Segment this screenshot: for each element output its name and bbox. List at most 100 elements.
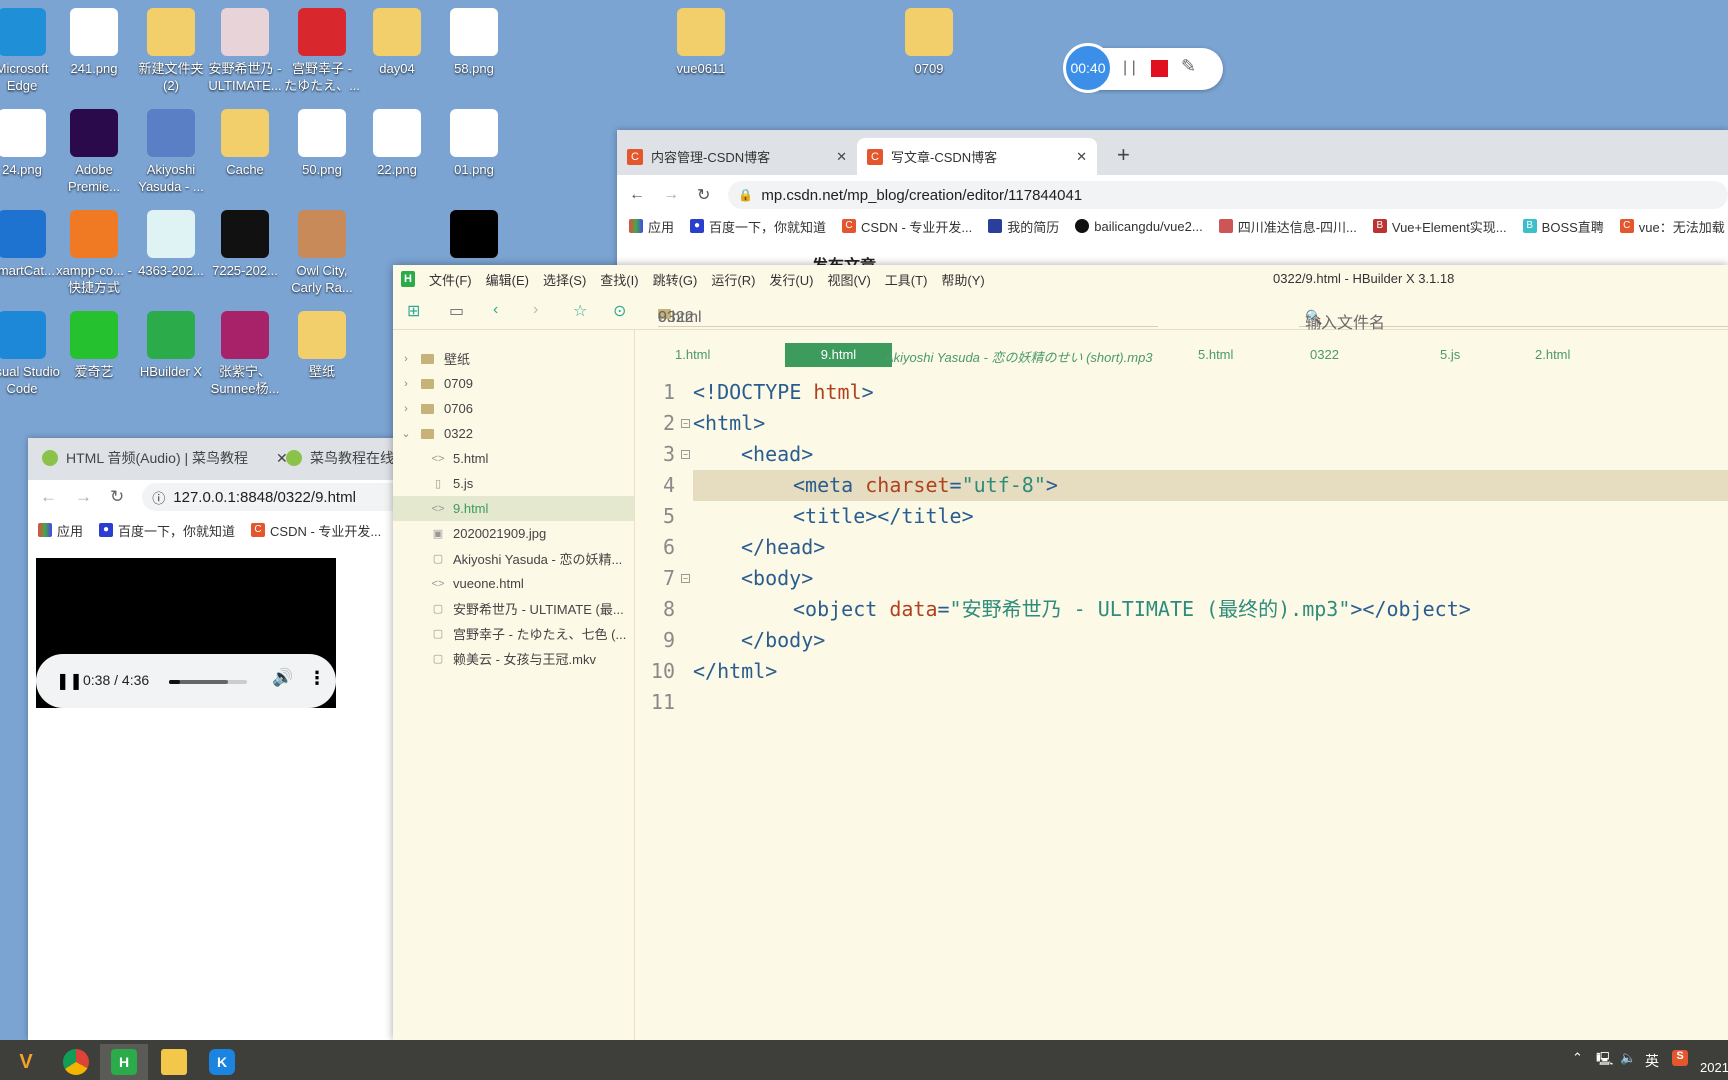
taskbar-chrome[interactable] bbox=[52, 1044, 100, 1080]
bookmark[interactable]: 我的简历 bbox=[988, 217, 1059, 236]
desktop-icon[interactable]: 24.png bbox=[0, 109, 60, 178]
new-file-icon[interactable]: ⊞ bbox=[407, 301, 420, 321]
browser-tab[interactable]: C 内容管理-CSDN博客 ✕ bbox=[617, 138, 857, 175]
pause-button[interactable]: ❚❚ bbox=[56, 671, 83, 691]
desktop-icon[interactable]: 爱奇艺 bbox=[56, 311, 132, 380]
taskbar-file-explorer[interactable] bbox=[150, 1044, 198, 1080]
menu-item[interactable]: 工具(T) bbox=[885, 270, 928, 289]
run-icon[interactable]: ⊙ bbox=[613, 301, 626, 321]
desktop-icon[interactable]: Adobe Premie... bbox=[56, 109, 132, 195]
editor-tab[interactable]: 0322 bbox=[1310, 347, 1339, 362]
menu-item[interactable]: 查找(I) bbox=[600, 270, 638, 289]
more-options-icon[interactable]: ⋮ bbox=[308, 668, 326, 689]
address-bar[interactable]: ⓘ 127.0.0.1:8848/0322/9.html bbox=[142, 483, 428, 511]
bookmark[interactable]: C CSDN - 专业开发... bbox=[251, 521, 381, 540]
desktop-icon[interactable]: 01.png bbox=[436, 109, 512, 178]
editor-tab[interactable]: 1.html bbox=[675, 347, 710, 362]
back-icon[interactable]: ← bbox=[629, 186, 645, 204]
tree-item[interactable]: › 0706 bbox=[393, 396, 634, 421]
bookmark[interactable]: B BOSS直聘 bbox=[1522, 217, 1604, 236]
editor-tab[interactable]: Akiyoshi Yasuda - 恋の妖精のせい (short).mp3 bbox=[885, 347, 1153, 366]
sogou-icon[interactable]: S bbox=[1672, 1050, 1688, 1066]
taskbar-hbuilder[interactable]: H bbox=[100, 1044, 148, 1080]
tree-item[interactable]: <> 9.html bbox=[393, 496, 634, 521]
desktop-icon[interactable] bbox=[436, 210, 512, 262]
save-icon[interactable]: ▭ bbox=[449, 301, 464, 321]
close-icon[interactable]: ✕ bbox=[1076, 149, 1087, 165]
forward-icon[interactable]: › bbox=[533, 301, 538, 319]
chevron-right-icon[interactable]: › bbox=[399, 353, 413, 365]
new-tab-button[interactable]: + bbox=[1117, 142, 1130, 168]
volume-icon[interactable]: 🔈 bbox=[1620, 1050, 1636, 1066]
pencil-icon[interactable]: ✎ bbox=[1181, 56, 1196, 77]
reload-icon[interactable]: ↻ bbox=[110, 487, 124, 507]
video-player[interactable]: ❚❚ 0:38 / 4:36 🔊 ⋮ bbox=[36, 558, 336, 708]
file-search-input[interactable]: 🔍 输入文件名 bbox=[1299, 301, 1728, 332]
bookmark[interactable]: ● 百度一下，你就知道 bbox=[690, 217, 826, 236]
chevron-right-icon[interactable]: › bbox=[399, 403, 413, 415]
tree-item[interactable]: <> 5.html bbox=[393, 446, 634, 471]
desktop-icon[interactable]: SmartCat... bbox=[0, 210, 60, 279]
chevron-down-icon[interactable]: ⌄ bbox=[399, 427, 413, 440]
desktop-icon[interactable]: 58.png bbox=[436, 8, 512, 77]
editor-tab[interactable]: 5.js bbox=[1440, 347, 1460, 362]
address-bar[interactable]: 🔒 mp.csdn.net/mp_blog/creation/editor/117… bbox=[728, 181, 1728, 209]
input-language[interactable]: 英 bbox=[1645, 1051, 1659, 1071]
bookmark[interactable]: C CSDN - 专业开发... bbox=[842, 217, 972, 236]
bookmark[interactable]: Cvue：无法加载 bbox=[1619, 217, 1725, 236]
editor-tab[interactable]: 2.html bbox=[1535, 347, 1570, 362]
desktop-icon[interactable]: 安野希世乃 - ULTIMATE... bbox=[207, 8, 283, 94]
desktop-icon[interactable]: day04 bbox=[359, 8, 435, 77]
taskbar-kugou[interactable]: K bbox=[198, 1044, 246, 1080]
menu-item[interactable]: 跳转(G) bbox=[653, 270, 698, 289]
tree-item[interactable]: ▢ 赖美云 - 女孩与王冠.mkv bbox=[393, 646, 634, 671]
menu-item[interactable]: 编辑(E) bbox=[486, 270, 529, 289]
recorder-pause-button[interactable]: | | bbox=[1123, 59, 1136, 77]
desktop-icon[interactable]: xampp-co... - 快捷方式 bbox=[56, 210, 132, 296]
editor-tab[interactable]: 5.html bbox=[1198, 347, 1233, 362]
bookmark[interactable]: bailicangdu/vue2... bbox=[1075, 219, 1203, 234]
chevron-right-icon[interactable]: › bbox=[399, 378, 413, 390]
browser-tab-active[interactable]: C 写文章-CSDN博客 ✕ bbox=[857, 138, 1097, 175]
tree-item[interactable]: › 壁纸 bbox=[393, 346, 634, 371]
desktop-icon[interactable]: Owl City, Carly Ra... bbox=[284, 210, 360, 296]
tree-item[interactable]: ▯ 5.js bbox=[393, 471, 634, 496]
desktop-icon[interactable]: 7225-202... bbox=[207, 210, 283, 279]
star-icon[interactable]: ☆ bbox=[573, 301, 587, 321]
desktop-icon[interactable]: HBuilder X bbox=[133, 311, 209, 380]
reload-icon[interactable]: ↻ bbox=[697, 185, 710, 205]
menu-item[interactable]: 发行(U) bbox=[769, 270, 813, 289]
desktop-icon[interactable]: 50.png bbox=[284, 109, 360, 178]
desktop-icon[interactable]: 4363-202... bbox=[133, 210, 209, 279]
forward-icon[interactable]: → bbox=[663, 186, 679, 204]
desktop-icon[interactable]: 新建文件夹 (2) bbox=[133, 8, 209, 94]
browser-tab-active[interactable]: HTML 音频(Audio) | 菜鸟教程 ✕ bbox=[42, 448, 288, 468]
tree-item[interactable]: ▢ 宫野幸子 - たゆたえ、七色 (... bbox=[393, 621, 634, 646]
menu-item[interactable]: 文件(F) bbox=[429, 270, 472, 289]
desktop-icon[interactable]: 22.png bbox=[359, 109, 435, 178]
network-icon[interactable]: 🖳 bbox=[1596, 1050, 1613, 1072]
bookmark[interactable]: 四川准达信息-四川... bbox=[1218, 217, 1357, 236]
tree-item[interactable]: ▣ 2020021909.jpg bbox=[393, 521, 634, 546]
close-icon[interactable]: ✕ bbox=[836, 149, 847, 165]
menu-item[interactable]: 帮助(Y) bbox=[941, 270, 984, 289]
volume-icon[interactable]: 🔊 bbox=[272, 668, 293, 688]
desktop-icon[interactable]: 壁纸 bbox=[284, 311, 360, 380]
desktop-icon[interactable]: vue0611 bbox=[663, 8, 739, 77]
desktop-icon[interactable]: 宫野幸子 - たゆたえ、... bbox=[284, 8, 360, 94]
bookmark[interactable]: B Vue+Element实现... bbox=[1372, 217, 1507, 236]
tree-item[interactable]: ▢ Akiyoshi Yasuda - 恋の妖精... bbox=[393, 546, 634, 571]
forward-icon[interactable]: → bbox=[75, 487, 92, 507]
bookmark[interactable]: 应用 bbox=[629, 217, 674, 236]
desktop-icon[interactable]: Visual Studio Code bbox=[0, 311, 60, 397]
back-icon[interactable]: ‹ bbox=[493, 301, 498, 319]
desktop-icon[interactable]: Cache bbox=[207, 109, 283, 178]
tree-item[interactable]: ⌄ 0322 bbox=[393, 421, 634, 446]
recorder-stop-button[interactable] bbox=[1151, 60, 1168, 77]
tree-item[interactable]: ▢ 安野希世乃 - ULTIMATE (最... bbox=[393, 596, 634, 621]
back-icon[interactable]: ← bbox=[40, 487, 57, 507]
menu-item[interactable]: 视图(V) bbox=[827, 270, 870, 289]
tree-item[interactable]: › 0709 bbox=[393, 371, 634, 396]
desktop-icon[interactable]: 241.png bbox=[56, 8, 132, 77]
bookmark[interactable]: ● 百度一下，你就知道 bbox=[99, 521, 235, 540]
